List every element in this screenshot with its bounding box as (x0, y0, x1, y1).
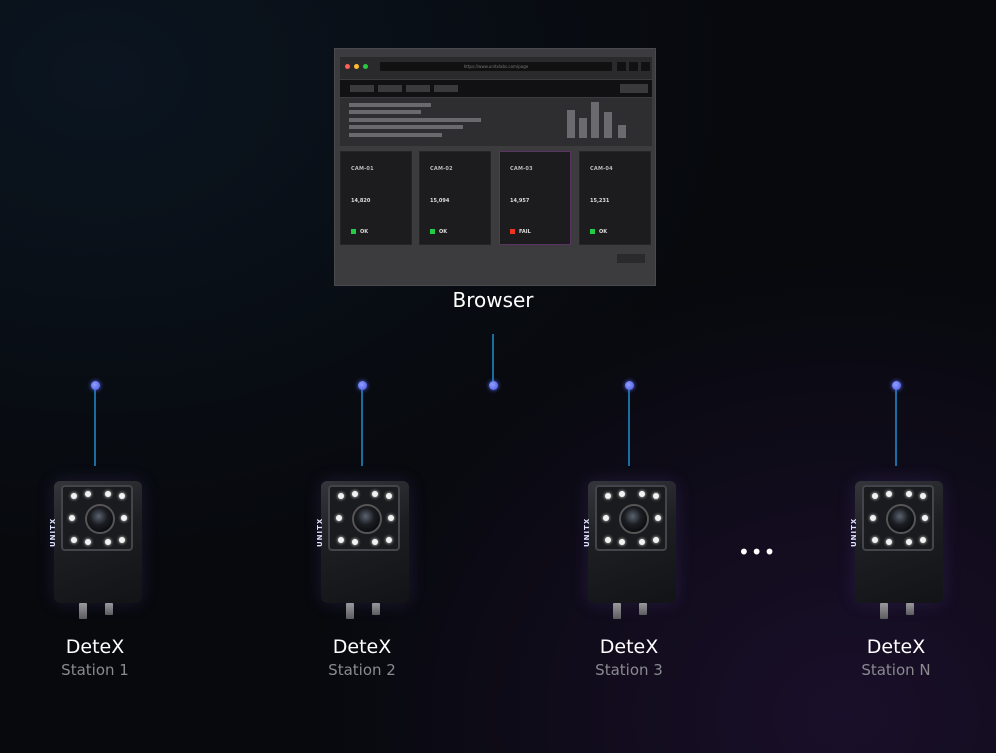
camera-lens-icon (85, 504, 115, 534)
camera-device-1: UNITX (49, 481, 147, 619)
network-node (625, 381, 634, 390)
more-stations-ellipsis: ••• (738, 540, 777, 564)
camera-device-3: UNITX (583, 481, 681, 619)
connector-icon (613, 603, 621, 619)
camera-face (862, 485, 934, 551)
camera-device-4: UNITX (850, 481, 948, 619)
connector-icon (639, 603, 647, 615)
unitx-logo: UNITX (850, 517, 858, 547)
network-node (489, 381, 498, 390)
camera-station: Station 1 (61, 661, 129, 679)
camera-name: DeteX (65, 636, 125, 658)
network-node (892, 381, 901, 390)
camera-name: DeteX (599, 636, 659, 658)
camera-lens-icon (619, 504, 649, 534)
camera-lens-icon (352, 504, 382, 534)
camera-name: DeteX (866, 636, 926, 658)
network-node (358, 381, 367, 390)
camera-station: Station N (861, 661, 931, 679)
connector-icon (880, 603, 888, 619)
connector-icon (906, 603, 914, 615)
unitx-logo: UNITX (316, 517, 324, 547)
camera-face (61, 485, 133, 551)
network-node (91, 381, 100, 390)
connector-icon (372, 603, 380, 615)
camera-lens-icon (886, 504, 916, 534)
camera-name: DeteX (332, 636, 392, 658)
connector-icon (346, 603, 354, 619)
connector-icon (105, 603, 113, 615)
camera-device-2: UNITX (316, 481, 414, 619)
unitx-logo: UNITX (583, 517, 591, 547)
camera-station: Station 3 (595, 661, 663, 679)
camera-station: Station 2 (328, 661, 396, 679)
camera-face (595, 485, 667, 551)
camera-face (328, 485, 400, 551)
connector-icon (79, 603, 87, 619)
unitx-logo: UNITX (49, 517, 57, 547)
